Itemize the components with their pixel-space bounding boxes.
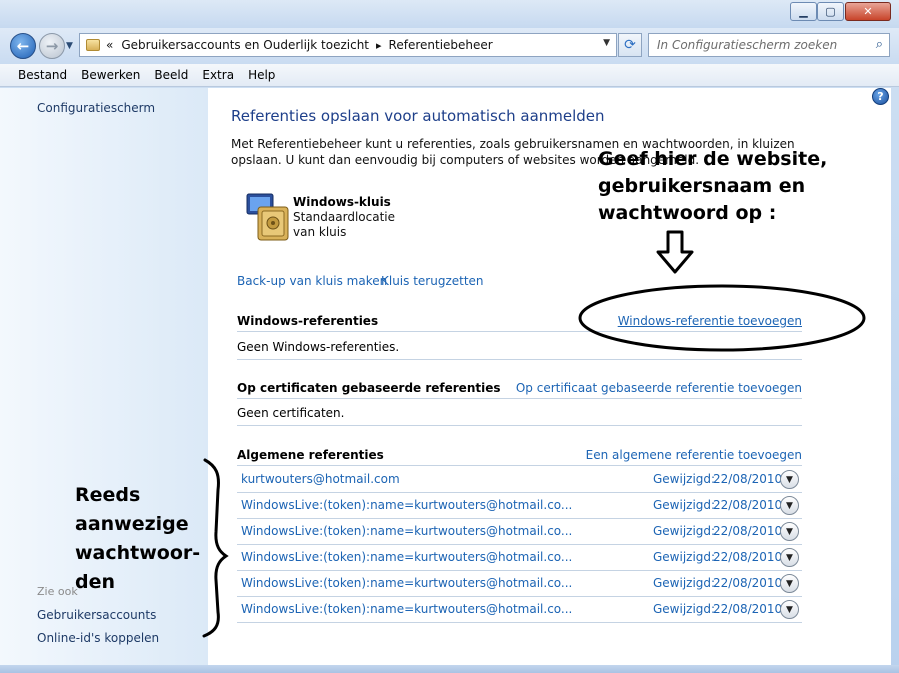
add-generic-credential-link[interactable]: Een algemene referentie toevoegen: [586, 448, 802, 462]
search-box: ⌕: [648, 33, 890, 57]
credential-modified-label: Gewijzigd:: [653, 524, 716, 538]
annotation-top-text: Geef hier de website, gebruikersnaam en …: [598, 146, 838, 227]
annotation-left-line: den: [75, 571, 116, 593]
credential-row[interactable]: kurtwouters@hotmail.com Gewijzigd: 22/08…: [237, 467, 802, 493]
credential-row[interactable]: WindowsLive:(token):name=kurtwouters@hot…: [237, 571, 802, 597]
breadcrumb-gebruikersaccounts[interactable]: Gebruikersaccounts en Ouderlijk toezicht: [121, 38, 369, 52]
credential-modified-date: 22/08/2010: [713, 602, 783, 616]
annotation-top-line: gebruikersnaam en: [598, 175, 806, 197]
close-button[interactable]: ✕: [845, 2, 891, 21]
sidebar-online-ids-link[interactable]: Online-id's koppelen: [37, 631, 159, 645]
credential-name[interactable]: kurtwouters@hotmail.com: [241, 472, 400, 486]
credential-modified-date: 22/08/2010: [713, 498, 783, 512]
credential-row[interactable]: WindowsLive:(token):name=kurtwouters@hot…: [237, 493, 802, 519]
breadcrumb-referentiebeheer[interactable]: Referentiebeheer: [389, 38, 493, 52]
vault-name[interactable]: Windows-kluis: [293, 195, 391, 209]
close-icon: ✕: [863, 5, 873, 18]
menu-bar: Bestand Bewerken Beeld Extra Help: [0, 64, 899, 87]
windows-credentials-label: Windows-referenties: [237, 314, 379, 328]
credential-modified-date: 22/08/2010: [713, 550, 783, 564]
menu-bewerken[interactable]: Bewerken: [74, 64, 147, 86]
chevron-down-icon[interactable]: ▼: [780, 522, 799, 541]
annotation-left-line: Reeds: [75, 484, 141, 506]
sidebar-configuratiescherm-link[interactable]: Configuratiescherm: [37, 101, 155, 115]
credential-name[interactable]: WindowsLive:(token):name=kurtwouters@hot…: [241, 550, 572, 564]
generic-credentials-header: Algemene referenties Een algemene refere…: [237, 444, 802, 466]
chevron-down-icon[interactable]: ▼: [780, 470, 799, 489]
page-title: Referenties opslaan voor automatisch aan…: [231, 107, 605, 125]
chevron-down-icon[interactable]: ▼: [780, 600, 799, 619]
backup-vault-link[interactable]: Back-up van kluis maken: [237, 274, 387, 288]
arrow-right-icon: →: [45, 37, 59, 55]
credential-modified-label: Gewijzigd:: [653, 602, 716, 616]
certificate-credentials-label: Op certificaten gebaseerde referenties: [237, 381, 501, 395]
restore-vault-link[interactable]: Kluis terugzetten: [381, 274, 484, 288]
title-bar: ▁ ▢ ✕: [0, 0, 899, 28]
add-windows-credential-link[interactable]: Windows-referentie toevoegen: [618, 314, 802, 328]
menu-help[interactable]: Help: [241, 64, 282, 86]
credential-modified-date: 22/08/2010: [713, 472, 783, 486]
credential-name[interactable]: WindowsLive:(token):name=kurtwouters@hot…: [241, 498, 572, 512]
sidebar-gebruikersaccounts-link[interactable]: Gebruikersaccounts: [37, 608, 156, 622]
annotation-top-line: Geef hier de website,: [598, 148, 828, 170]
window-bottom-frame: [0, 665, 899, 673]
credential-name[interactable]: WindowsLive:(token):name=kurtwouters@hot…: [241, 524, 572, 538]
credential-modified-label: Gewijzigd:: [653, 472, 716, 486]
certificate-credentials-header: Op certificaten gebaseerde referenties O…: [237, 377, 802, 399]
minimize-button[interactable]: ▁: [790, 2, 817, 21]
annotation-left-line: aanwezige: [75, 513, 189, 535]
annotation-top-line: wachtwoord op :: [598, 202, 777, 224]
credential-modified-label: Gewijzigd:: [653, 576, 716, 590]
address-bar[interactable]: « Gebruikersaccounts en Ouderlijk toezic…: [79, 33, 617, 57]
chevron-down-icon[interactable]: ▼: [780, 548, 799, 567]
credential-name[interactable]: WindowsLive:(token):name=kurtwouters@hot…: [241, 602, 572, 616]
minimize-icon: ▁: [799, 5, 808, 18]
control-panel-icon: [86, 39, 100, 51]
search-input[interactable]: [657, 38, 867, 52]
credential-modified-label: Gewijzigd:: [653, 498, 716, 512]
recent-pages-dropdown[interactable]: ▼: [66, 41, 73, 51]
annotation-left-text: Reeds aanwezige wachtwoor- den: [75, 481, 205, 597]
menu-beeld[interactable]: Beeld: [147, 64, 195, 86]
chevron-down-icon[interactable]: ▼: [780, 496, 799, 515]
question-icon[interactable]: ?: [872, 88, 889, 105]
generic-credentials-label: Algemene referenties: [237, 448, 384, 462]
credential-modified-label: Gewijzigd:: [653, 550, 716, 564]
credential-modified-date: 22/08/2010: [713, 576, 783, 590]
refresh-icon: ⟳: [624, 37, 636, 53]
certificate-credentials-empty: Geen certificaten.: [237, 400, 802, 426]
arrow-left-icon: ←: [16, 37, 30, 55]
menu-extra[interactable]: Extra: [195, 64, 241, 86]
credential-modified-date: 22/08/2010: [713, 524, 783, 538]
vault-description: Standaardlocatie van kluis: [293, 210, 395, 239]
breadcrumb-separator[interactable]: ▸: [376, 39, 382, 52]
chevron-down-icon: ▼: [66, 41, 73, 51]
maximize-button[interactable]: ▢: [817, 2, 844, 21]
back-button[interactable]: ←: [10, 33, 36, 59]
navigation-bar: ← → ▼ « Gebruikersaccounts en Ouderlijk …: [0, 28, 899, 64]
maximize-icon: ▢: [825, 5, 836, 18]
see-also-label: Zie ook: [37, 585, 78, 598]
forward-button[interactable]: →: [39, 33, 65, 59]
credential-row[interactable]: WindowsLive:(token):name=kurtwouters@hot…: [237, 597, 802, 623]
credential-name[interactable]: WindowsLive:(token):name=kurtwouters@hot…: [241, 576, 572, 590]
add-certificate-credential-link[interactable]: Op certificaat gebaseerde referentie toe…: [516, 381, 802, 395]
address-dropdown-icon[interactable]: ▼: [603, 38, 610, 48]
chevron-down-icon[interactable]: ▼: [780, 574, 799, 593]
search-icon[interactable]: ⌕: [876, 37, 883, 52]
refresh-button[interactable]: ⟳: [618, 33, 642, 57]
breadcrumb-prefix[interactable]: «: [106, 38, 113, 52]
windows-credentials-empty: Geen Windows-referenties.: [237, 334, 802, 360]
windows-credentials-header: Windows-referenties Windows-referentie t…: [237, 310, 802, 332]
credential-row[interactable]: WindowsLive:(token):name=kurtwouters@hot…: [237, 545, 802, 571]
vault-icon: [246, 193, 289, 241]
menu-bestand[interactable]: Bestand: [11, 64, 74, 86]
annotation-left-line: wachtwoor-: [75, 542, 201, 564]
credential-row[interactable]: WindowsLive:(token):name=kurtwouters@hot…: [237, 519, 802, 545]
